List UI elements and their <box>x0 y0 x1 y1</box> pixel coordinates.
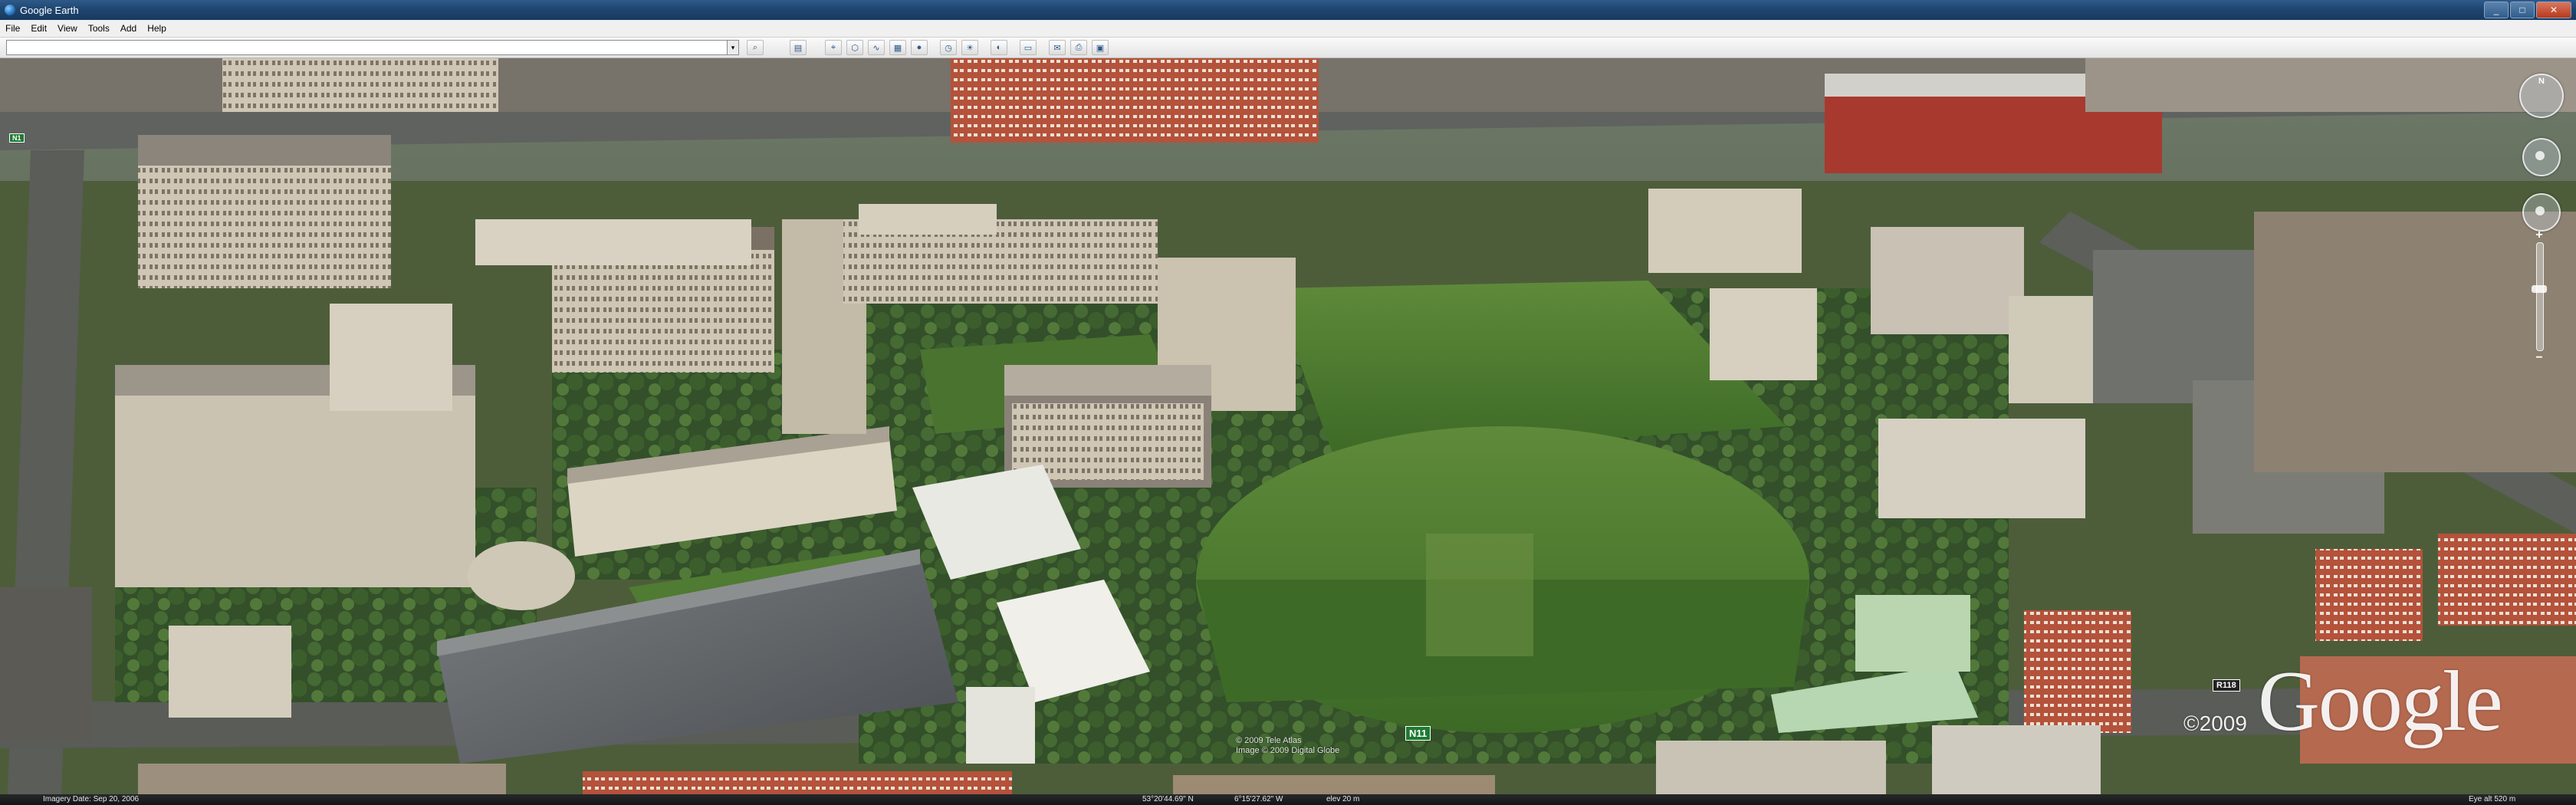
road-sign-n11: N11 <box>1405 726 1431 741</box>
placemark-icon[interactable]: ⌖ <box>825 40 842 55</box>
hand-icon <box>2535 206 2545 215</box>
google-maps-icon[interactable]: ▣ <box>1092 40 1109 55</box>
record-tour-icon[interactable]: ● <box>911 40 928 55</box>
elevation-readout: elev 20 m <box>1326 795 1360 803</box>
polygon-icon[interactable]: ⬡ <box>846 40 863 55</box>
image-overlay-icon[interactable]: ▦ <box>889 40 906 55</box>
eye-altitude-readout: Eye alt 520 m <box>2469 795 2516 803</box>
google-logo: Google <box>2258 654 2503 749</box>
menu-file[interactable]: File <box>0 23 25 34</box>
zoom-out-button[interactable]: − <box>2532 351 2547 365</box>
window-title: Google Earth <box>20 4 79 16</box>
status-bar: Imagery Date: Sep 20, 2006 53°20'44.69" … <box>0 794 2576 805</box>
search-go-icon[interactable]: ⌕ <box>747 40 764 55</box>
menu-add[interactable]: Add <box>115 23 142 34</box>
menu-bar: File Edit View Tools Add Help <box>0 20 2576 38</box>
historical-imagery-icon[interactable]: ◷ <box>940 40 957 55</box>
3d-viewer[interactable]: N + − N11 R118 N1 © 2009 Tele Atlas Imag… <box>0 58 2576 794</box>
search-dropdown-button[interactable]: ▾ <box>727 40 739 55</box>
zoom-slider[interactable] <box>2536 242 2544 351</box>
menu-edit[interactable]: Edit <box>25 23 52 34</box>
google-earth-window: Google Earth _ □ ✕ File Edit View Tools … <box>0 0 2576 805</box>
latitude-readout: 53°20'44.69" N <box>1142 795 1194 803</box>
data-credit: © 2009 Tele Atlas Image © 2009 Digital G… <box>1236 736 1339 756</box>
data-credit-line-1: © 2009 Tele Atlas <box>1236 736 1302 745</box>
email-icon[interactable]: ✉ <box>1049 40 1066 55</box>
print-icon[interactable]: ⎙ <box>1070 40 1087 55</box>
longitude-readout: 6°15'27.62" W <box>1234 795 1283 803</box>
aerial-campus-scene <box>0 58 2576 794</box>
compass-ring[interactable]: N <box>2519 74 2564 118</box>
zoom-in-button[interactable]: + <box>2532 228 2547 242</box>
toolbar: ▾ ⌕ ▤ ⌖ ⬡ ∿ ▦ ● ◷ ☀ ◐ ▭ ✉ ⎙ ▣ <box>0 38 2576 58</box>
ruler-icon[interactable]: ▭ <box>1020 40 1037 55</box>
data-credit-line-2: Image © 2009 Digital Globe <box>1236 746 1340 755</box>
copyright-year: ©2009 <box>2183 711 2247 735</box>
minimize-button[interactable]: _ <box>2484 2 2509 18</box>
road-sign-r118: R118 <box>2213 679 2240 692</box>
imagery-date: Imagery Date: Sep 20, 2006 <box>43 795 140 803</box>
search-input[interactable] <box>6 40 728 55</box>
sun-icon[interactable]: ☀ <box>961 40 978 55</box>
zoom-slider-thumb[interactable] <box>2532 285 2547 293</box>
title-bar: Google Earth _ □ ✕ <box>0 0 2576 20</box>
window-controls: _ □ ✕ <box>2484 2 2571 18</box>
move-joystick[interactable] <box>2522 193 2561 232</box>
planets-icon[interactable]: ◐ <box>991 40 1007 55</box>
close-button[interactable]: ✕ <box>2536 2 2571 18</box>
look-joystick[interactable] <box>2522 138 2561 176</box>
maximize-button[interactable]: □ <box>2510 2 2535 18</box>
menu-help[interactable]: Help <box>142 23 172 34</box>
google-earth-app-icon <box>5 5 15 15</box>
compass-north-label: N <box>2538 77 2545 86</box>
menu-tools[interactable]: Tools <box>83 23 115 34</box>
eye-icon <box>2535 151 2545 160</box>
road-sign-left: N1 <box>9 133 25 143</box>
sidebar-icon[interactable]: ▤ <box>790 40 807 55</box>
menu-view[interactable]: View <box>52 23 83 34</box>
path-icon[interactable]: ∿ <box>868 40 885 55</box>
